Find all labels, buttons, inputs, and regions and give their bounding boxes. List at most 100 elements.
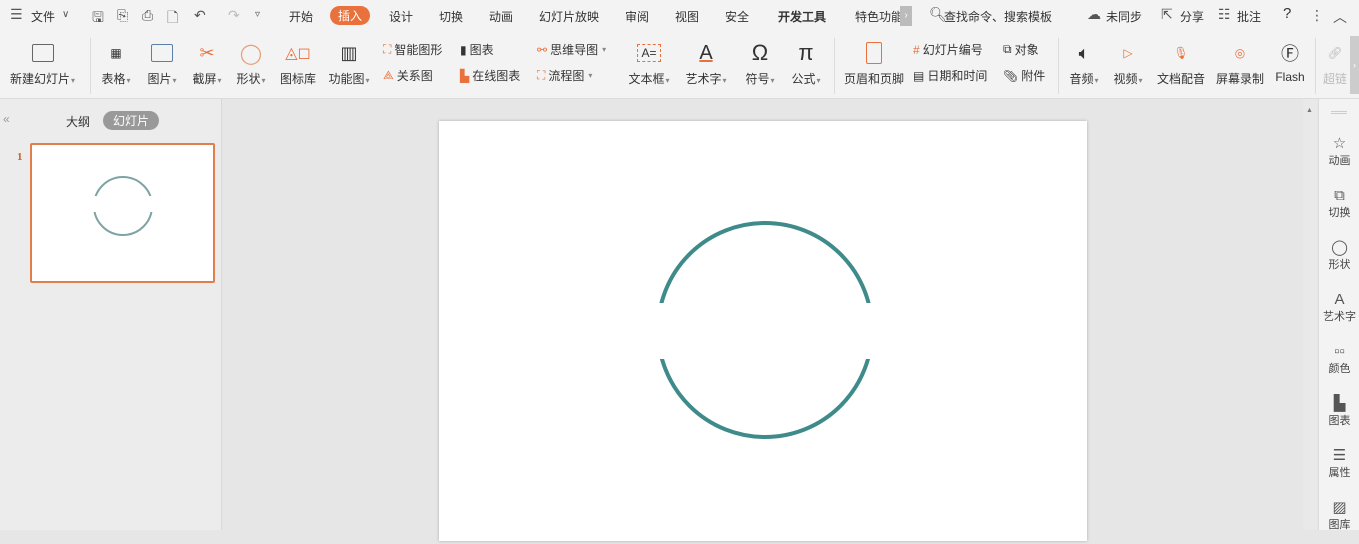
- icon-library-button[interactable]: ◬◻ 图标库: [278, 32, 318, 98]
- formula-button[interactable]: π 公式▾: [786, 32, 826, 98]
- search-command[interactable]: 查找命令、搜索模板: [944, 8, 1052, 25]
- label: 颜色: [1328, 363, 1351, 375]
- tab-review[interactable]: 审阅: [625, 8, 649, 25]
- slide-number-button[interactable]: # 幻灯片编号: [913, 41, 983, 58]
- new-slide-button[interactable]: 新建幻灯片▾: [5, 32, 80, 98]
- header-footer-button[interactable]: 页眉和页脚: [842, 32, 906, 98]
- function-chart-button[interactable]: ▥ 功能图▾: [325, 32, 373, 98]
- side-shape[interactable]: ◯ 形状: [1319, 239, 1359, 272]
- flash-button[interactable]: Ⓕ Flash: [1272, 32, 1308, 98]
- tab-home[interactable]: 开始: [289, 8, 313, 25]
- ribbon-scroll-right[interactable]: ›: [1350, 36, 1359, 94]
- object-button[interactable]: ⧉ 对象: [1003, 41, 1039, 58]
- picture-button[interactable]: 图片▾: [143, 32, 181, 98]
- collapse-panel-icon[interactable]: «: [3, 112, 10, 126]
- attachment-button[interactable]: 📎︎ 附件: [1003, 67, 1045, 84]
- slide-1[interactable]: [439, 121, 1087, 541]
- hyperlink-button[interactable]: 🔗︎ 超链: [1320, 32, 1350, 98]
- screenshot-button[interactable]: ✂ 截屏▾: [188, 32, 226, 98]
- tab-slides[interactable]: 幻灯片: [103, 111, 160, 130]
- symbol-button[interactable]: Ω 符号▾: [740, 32, 780, 98]
- tab-developer[interactable]: 开发工具: [778, 8, 826, 25]
- label: 页眉和页脚: [843, 72, 904, 86]
- table-button[interactable]: ▦ 表格▾: [97, 32, 135, 98]
- picture-icon: [143, 38, 181, 68]
- label: 文本框: [628, 72, 665, 86]
- print-icon[interactable]: ⎙: [142, 7, 153, 24]
- tab-slideshow[interactable]: 幻灯片放映: [539, 8, 599, 25]
- right-task-pane: ☆ 动画 ⧉ 切换 ◯ 形状 A 艺术字 ▫▫ 颜色 ▙ 图表 ☰ 属性 ▨ 图库: [1318, 99, 1359, 532]
- undo-icon[interactable]: ↶: [194, 7, 206, 24]
- label: 屏幕录制: [1215, 72, 1264, 86]
- side-transition[interactable]: ⧉ 切换: [1319, 187, 1359, 220]
- side-animation[interactable]: ☆ 动画: [1319, 135, 1359, 168]
- shape-icon: ◯: [239, 42, 263, 65]
- side-gallery[interactable]: ▨ 图库: [1319, 499, 1359, 532]
- tab-view[interactable]: 视图: [675, 8, 699, 25]
- side-color[interactable]: ▫▫ 颜色: [1319, 343, 1359, 376]
- side-properties[interactable]: ☰ 属性: [1319, 447, 1359, 480]
- doc-voice-button[interactable]: 🎙︎ 文档配音: [1153, 32, 1209, 98]
- drag-handle[interactable]: [1331, 111, 1347, 114]
- screen-record-icon: ◎: [1234, 46, 1246, 60]
- comment-button[interactable]: 批注: [1237, 8, 1261, 25]
- collapse-ribbon-icon[interactable]: ︿: [1333, 7, 1347, 27]
- vertical-scrollbar[interactable]: ▲: [1303, 99, 1317, 530]
- tab-outline[interactable]: 大纲: [66, 113, 90, 130]
- broken-circle-shape[interactable]: [439, 121, 1087, 541]
- wordart-button[interactable]: A 艺术字▾: [682, 32, 730, 98]
- label: Flash: [1275, 70, 1305, 84]
- sync-status[interactable]: 未同步: [1106, 8, 1142, 25]
- label: 艺术字: [1323, 311, 1356, 323]
- audio-button[interactable]: 🔈︎ 音频▾: [1064, 32, 1104, 98]
- file-menu[interactable]: 文件: [31, 8, 55, 25]
- sliders-icon: ☰: [1332, 447, 1347, 464]
- tab-animation[interactable]: 动画: [489, 8, 513, 25]
- share-button[interactable]: 分享: [1180, 8, 1204, 25]
- number-icon: #: [913, 42, 920, 57]
- side-wordart[interactable]: A 艺术字: [1319, 291, 1359, 324]
- screen-record-button[interactable]: ◎ 屏幕录制: [1213, 32, 1267, 98]
- microphone-icon: 🎙︎: [1173, 46, 1189, 60]
- side-chart[interactable]: ▙ 图表: [1319, 395, 1359, 428]
- link-icon: 🔗︎: [1327, 46, 1343, 60]
- customize-icon[interactable]: ▿: [255, 9, 260, 20]
- tab-design[interactable]: 设计: [389, 8, 413, 25]
- chevron-down-icon[interactable]: ∨: [62, 9, 69, 20]
- tab-insert[interactable]: 插入: [330, 6, 371, 25]
- tab-features[interactable]: 特色功能: [855, 8, 900, 25]
- textbox-icon: A=: [624, 38, 674, 68]
- label: 图表: [469, 43, 494, 57]
- relation-icon: ⟁: [383, 68, 394, 82]
- scroll-up-icon[interactable]: ▲: [1306, 107, 1313, 114]
- online-chart-button[interactable]: ▙ 在线图表: [460, 67, 520, 84]
- label: 图表: [1328, 415, 1351, 427]
- hamburger-menu-icon[interactable]: ☰: [10, 6, 23, 23]
- shape-button[interactable]: ◯ 形状▾: [232, 32, 270, 98]
- mindmap-button[interactable]: ⚯ 思维导图 ▾: [537, 41, 606, 58]
- label: 流程图: [548, 69, 585, 83]
- relation-button[interactable]: ⟁ 关系图: [383, 67, 433, 84]
- more-icon[interactable]: ⋮: [1310, 7, 1324, 24]
- pi-icon: π: [798, 40, 814, 65]
- save-icon[interactable]: 🖫: [92, 7, 104, 31]
- print-preview-icon[interactable]: 🗋: [167, 7, 178, 31]
- label: 幻灯片编号: [922, 43, 983, 57]
- new-slide-icon: [5, 38, 80, 68]
- label: 公式: [791, 72, 816, 86]
- smart-art-button[interactable]: ⛶ 智能图形: [383, 41, 442, 58]
- datetime-button[interactable]: ▤ 日期和时间: [913, 67, 987, 84]
- video-icon: ▷: [1123, 46, 1133, 60]
- tab-transition[interactable]: 切换: [439, 8, 463, 25]
- flowchart-button[interactable]: ⛶ 流程图 ▾: [537, 67, 592, 84]
- help-button[interactable]: ?: [1283, 5, 1291, 22]
- tab-security[interactable]: 安全: [725, 8, 749, 25]
- chart-button[interactable]: ▮ 图表: [460, 41, 494, 58]
- redo-icon[interactable]: ↷: [228, 7, 240, 24]
- format-painter-icon[interactable]: ⎘: [117, 7, 128, 24]
- slide-thumbnail-1[interactable]: [30, 143, 215, 283]
- slide-number: 1: [17, 151, 23, 163]
- video-button[interactable]: ▷ 视频▾: [1108, 32, 1148, 98]
- tabs-scroll-right[interactable]: ›: [900, 6, 912, 26]
- textbox-button[interactable]: A= 文本框▾: [624, 32, 674, 98]
